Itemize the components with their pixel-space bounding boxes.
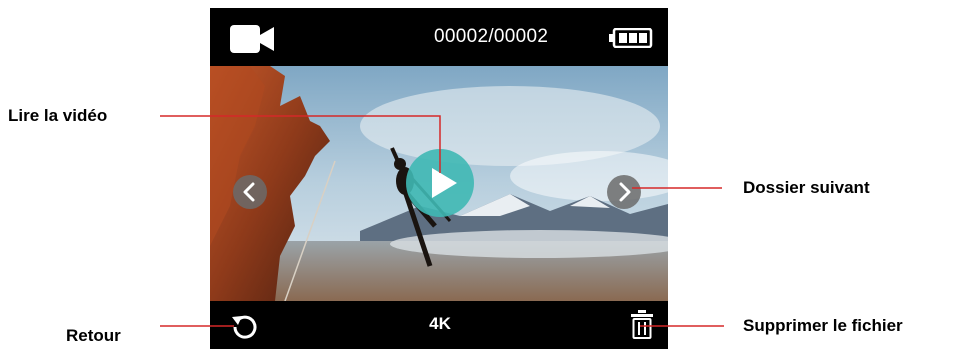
callout-next-folder-label: Dossier suivant xyxy=(743,178,870,197)
callout-back-label: Retour xyxy=(66,326,121,345)
callout-line-play xyxy=(160,115,441,173)
callout-delete-label: Supprimer le fichier xyxy=(743,316,903,335)
callout-play-label: Lire la vidéo xyxy=(8,106,108,125)
callout-lines xyxy=(160,115,724,327)
